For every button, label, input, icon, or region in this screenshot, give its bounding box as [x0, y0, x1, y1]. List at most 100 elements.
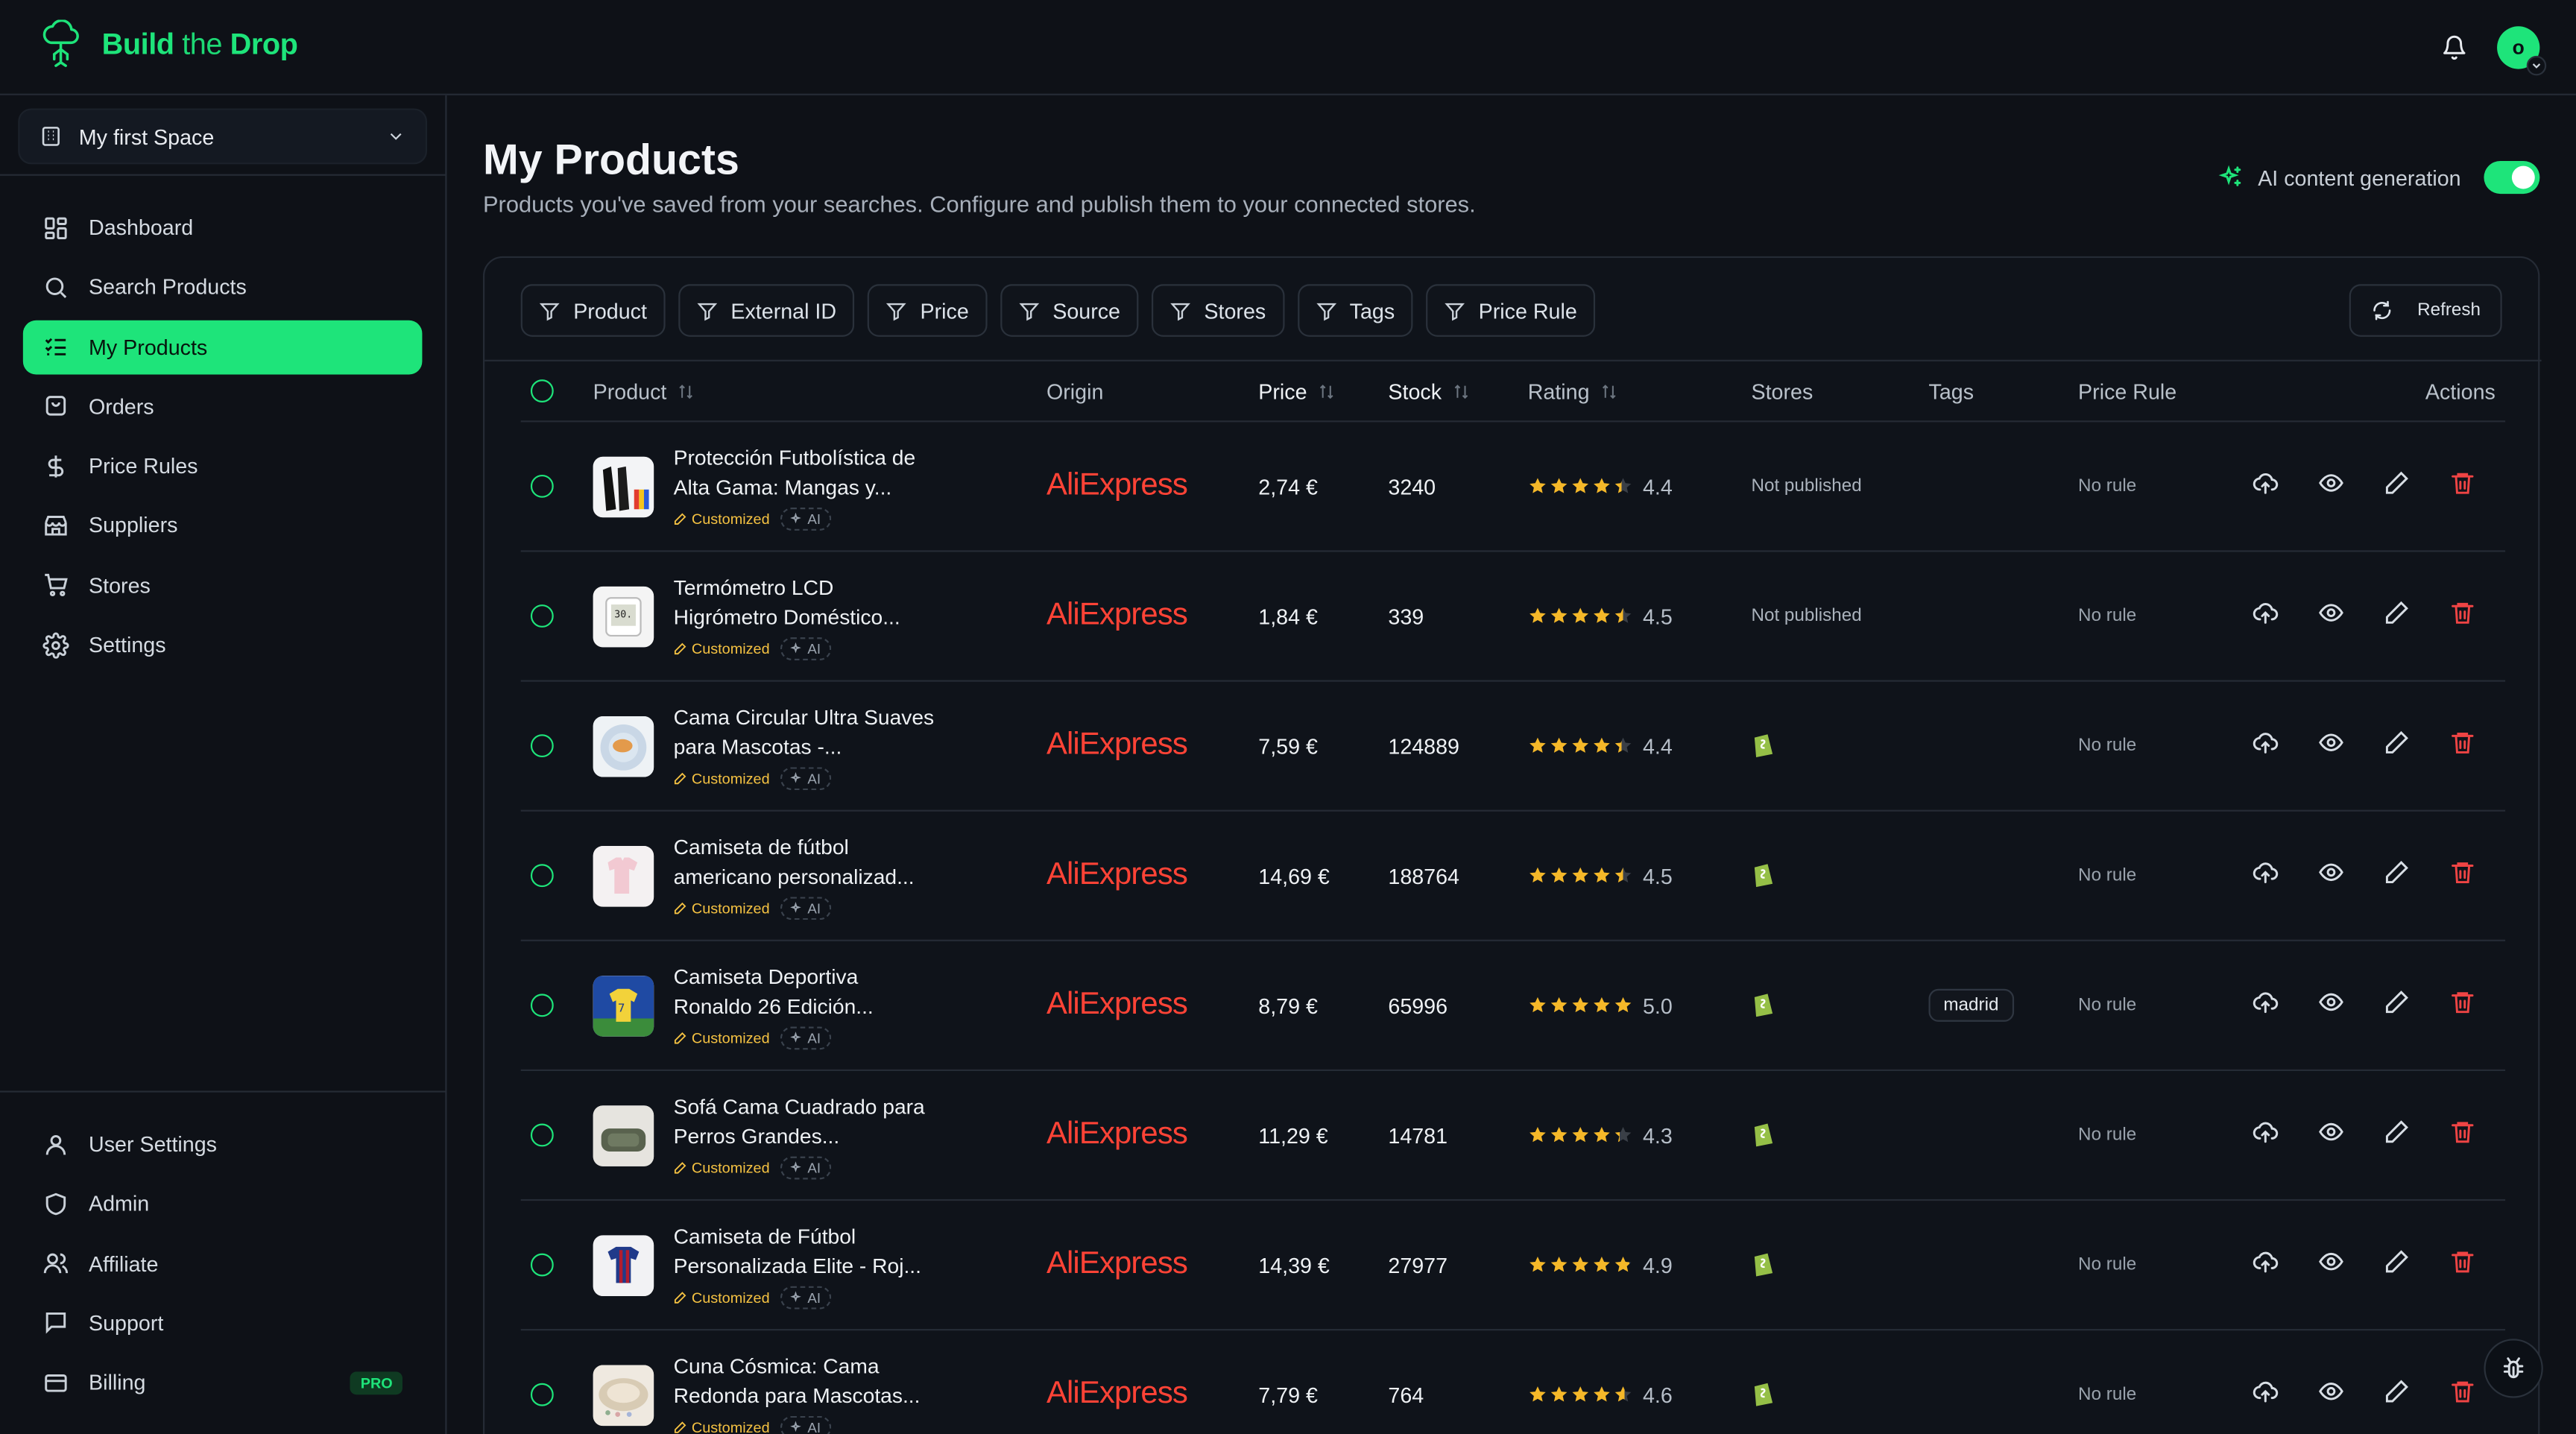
product-thumbnail[interactable]: [593, 715, 654, 777]
sidebar-item-support[interactable]: Support: [23, 1296, 423, 1351]
sidebar-item-dashboard[interactable]: Dashboard: [23, 200, 423, 255]
view-eye-icon[interactable]: [2318, 728, 2344, 762]
view-eye-icon[interactable]: [2318, 1118, 2344, 1152]
row-checkbox[interactable]: [530, 604, 554, 628]
filter-external-id[interactable]: External ID: [678, 284, 855, 337]
star-icon: [1572, 1257, 1589, 1272]
product-title[interactable]: Protección Futbolística de Alta Gama: Ma…: [674, 443, 940, 502]
sidebar-item-my-products[interactable]: My Products: [22, 319, 423, 374]
space-selector[interactable]: My first Space: [18, 108, 428, 165]
avatar[interactable]: o: [2497, 26, 2547, 76]
refresh-button[interactable]: Refresh: [2349, 284, 2502, 337]
publish-cloud-upload-icon[interactable]: [2253, 1248, 2279, 1282]
row-checkbox[interactable]: [530, 1123, 554, 1147]
table-row[interactable]: Camiseta de fútbol americano personaliza…: [520, 812, 2506, 941]
delete-trash-icon[interactable]: [2449, 988, 2475, 1023]
publish-cloud-upload-icon[interactable]: [2253, 1118, 2279, 1152]
view-eye-icon[interactable]: [2318, 859, 2344, 893]
column-header-product[interactable]: Product: [593, 379, 695, 403]
tag-badge[interactable]: madrid: [1928, 988, 2014, 1022]
publish-cloud-upload-icon[interactable]: [2253, 598, 2279, 633]
product-price-rule: No rule: [2078, 1384, 2137, 1405]
table-row[interactable]: Camiseta de Fútbol Personalizada Elite -…: [520, 1201, 2506, 1331]
view-eye-icon[interactable]: [2318, 1377, 2344, 1412]
filter-price-rule[interactable]: Price Rule: [1426, 284, 1596, 337]
filter-price[interactable]: Price: [867, 284, 988, 337]
delete-trash-icon[interactable]: [2449, 1118, 2475, 1152]
table-row[interactable]: Sofá Cama Cuadrado para Perros Grandes..…: [520, 1071, 2506, 1201]
product-thumbnail[interactable]: 7: [593, 975, 654, 1036]
table-row[interactable]: Cuna Cósmica: Cama Redonda para Mascotas…: [521, 1330, 2505, 1434]
sidebar-item-stores[interactable]: Stores: [23, 558, 423, 613]
publish-cloud-upload-icon[interactable]: [2253, 728, 2279, 762]
delete-trash-icon[interactable]: [2449, 598, 2475, 633]
sidebar-item-billing[interactable]: Billing PRO: [23, 1356, 423, 1410]
product-thumbnail[interactable]: [593, 1234, 654, 1295]
product-title[interactable]: Termómetro LCD Higrómetro Doméstico...: [674, 572, 940, 631]
product-title[interactable]: Cuna Cósmica: Cama Redonda para Mascotas…: [674, 1351, 940, 1410]
select-all-checkbox[interactable]: [530, 379, 554, 402]
edit-pencil-icon[interactable]: [2384, 1248, 2410, 1282]
view-eye-icon[interactable]: [2318, 1248, 2344, 1282]
row-checkbox[interactable]: [530, 864, 554, 888]
column-header-price[interactable]: Price: [1258, 379, 1335, 403]
product-thumbnail[interactable]: 30.: [593, 585, 654, 647]
row-checkbox[interactable]: [530, 1253, 554, 1277]
delete-trash-icon[interactable]: [2449, 859, 2475, 893]
column-header-stock[interactable]: Stock: [1388, 379, 1469, 403]
sidebar-item-orders[interactable]: Orders: [23, 379, 423, 434]
delete-trash-icon[interactable]: [2449, 728, 2475, 762]
ai-content-toggle[interactable]: [2484, 160, 2540, 195]
product-title[interactable]: Cama Circular Ultra Suaves para Mascotas…: [674, 702, 940, 761]
edit-pencil-icon[interactable]: [2384, 728, 2410, 762]
table-row[interactable]: 7 Camiseta Deportiva Ronaldo 26 Edición..…: [520, 941, 2506, 1072]
product-title[interactable]: Sofá Cama Cuadrado para Perros Grandes..…: [674, 1092, 940, 1151]
filter-source[interactable]: Source: [1000, 284, 1139, 337]
view-eye-icon[interactable]: [2318, 598, 2344, 633]
edit-pencil-icon[interactable]: [2384, 1377, 2410, 1412]
row-checkbox[interactable]: [530, 994, 554, 1017]
product-title[interactable]: Camiseta de Fútbol Personalizada Elite -…: [674, 1222, 940, 1280]
table-row[interactable]: 30. Termómetro LCD Higrómetro Doméstico..…: [520, 552, 2506, 682]
sidebar-item-admin[interactable]: Admin: [23, 1177, 423, 1231]
row-checkbox[interactable]: [530, 734, 554, 758]
filter-stores[interactable]: Stores: [1151, 284, 1284, 337]
row-checkbox[interactable]: [530, 1383, 554, 1406]
edit-pencil-icon[interactable]: [2384, 988, 2410, 1023]
product-thumbnail[interactable]: [593, 1364, 654, 1425]
sidebar-item-suppliers[interactable]: Suppliers: [23, 499, 423, 553]
table-row[interactable]: Protección Futbolística de Alta Gama: Ma…: [520, 422, 2506, 552]
edit-pencil-icon[interactable]: [2384, 859, 2410, 893]
product-thumbnail[interactable]: [593, 455, 654, 517]
table-row[interactable]: Cama Circular Ultra Suaves para Mascotas…: [520, 682, 2506, 812]
view-eye-icon[interactable]: [2318, 469, 2344, 503]
sidebar-item-settings[interactable]: Settings: [23, 618, 423, 672]
product-title[interactable]: Camiseta de fútbol americano personaliza…: [674, 832, 940, 891]
bell-icon[interactable]: [2441, 34, 2467, 60]
bug-report-button[interactable]: [2484, 1339, 2543, 1398]
row-checkbox[interactable]: [530, 474, 554, 498]
view-eye-icon[interactable]: [2318, 988, 2344, 1023]
publish-cloud-upload-icon[interactable]: [2253, 988, 2279, 1023]
delete-trash-icon[interactable]: [2449, 1248, 2475, 1282]
edit-pencil-icon[interactable]: [2384, 469, 2410, 503]
edit-pencil-icon[interactable]: [2384, 598, 2410, 633]
filter-tags[interactable]: Tags: [1297, 284, 1413, 337]
product-title[interactable]: Camiseta Deportiva Ronaldo 26 Edición...: [674, 961, 940, 1020]
sidebar-item-search-products[interactable]: Search Products: [23, 260, 423, 315]
page-title: My Products: [482, 134, 739, 184]
product-thumbnail[interactable]: [593, 1105, 654, 1166]
delete-trash-icon[interactable]: [2449, 1377, 2475, 1412]
publish-cloud-upload-icon[interactable]: [2253, 469, 2279, 503]
product-thumbnail[interactable]: [593, 844, 654, 906]
delete-trash-icon[interactable]: [2449, 469, 2475, 503]
column-header-rating[interactable]: Rating: [1528, 379, 1617, 403]
sidebar-item-affiliate[interactable]: Affiliate: [23, 1236, 423, 1291]
publish-cloud-upload-icon[interactable]: [2253, 859, 2279, 893]
brand[interactable]: Build the Drop: [40, 19, 298, 69]
publish-cloud-upload-icon[interactable]: [2253, 1377, 2279, 1412]
edit-pencil-icon[interactable]: [2384, 1118, 2410, 1152]
filter-product[interactable]: Product: [520, 284, 666, 337]
sidebar-item-user-settings[interactable]: User Settings: [23, 1117, 423, 1172]
sidebar-item-price-rules[interactable]: Price Rules: [23, 439, 423, 493]
